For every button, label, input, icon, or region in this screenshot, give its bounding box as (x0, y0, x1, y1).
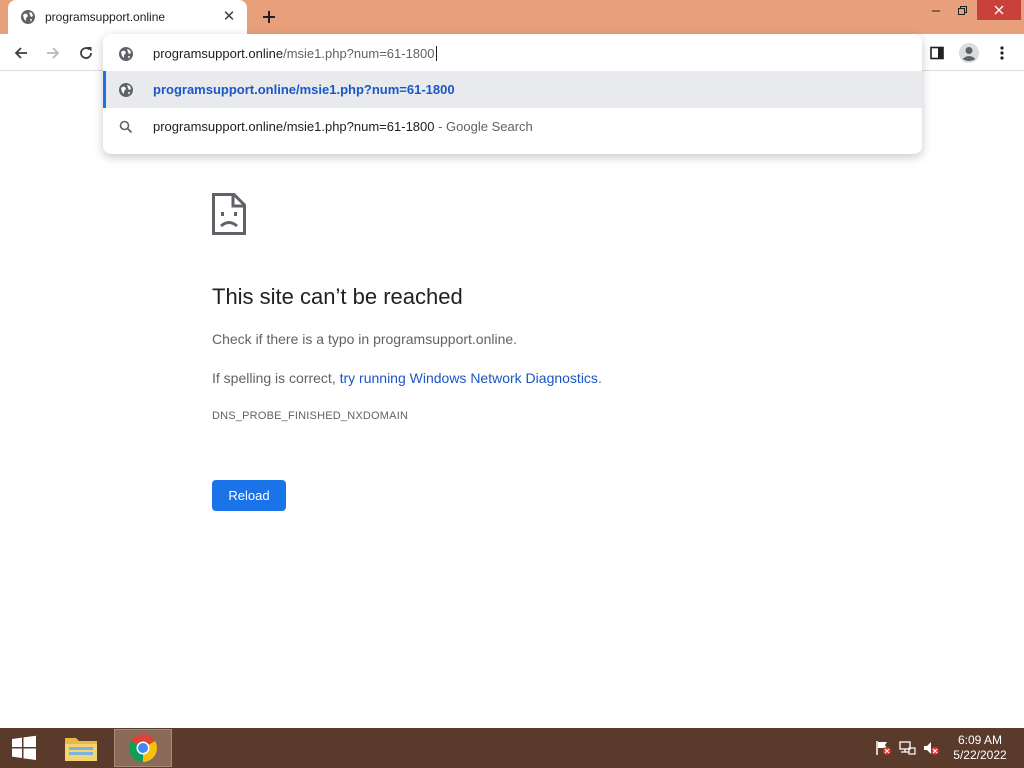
url-host: programsupport.online (153, 46, 284, 61)
diagnostics-prefix: If spelling is correct, (212, 370, 340, 386)
omnibox-text: programsupport.online/msie1.php?num=61-1… (153, 46, 437, 61)
close-window-button[interactable] (977, 0, 1021, 20)
chrome-icon (129, 734, 157, 762)
tab-title: programsupport.online (45, 10, 166, 24)
error-hint-diagnostics: If spelling is correct, try running Wind… (212, 370, 602, 386)
globe-icon (119, 46, 133, 61)
globe-icon (21, 10, 35, 24)
browser-tab[interactable]: programsupport.online ✕ (8, 0, 247, 34)
error-code: DNS_PROBE_FINISHED_NXDOMAIN (212, 410, 409, 422)
menu-button[interactable] (989, 40, 1015, 66)
plus-icon (263, 11, 275, 23)
suggestion-url-text: programsupport.online/msie1.php?num=61-1… (153, 82, 455, 97)
network-diagnostics-link[interactable]: try running Windows Network Diagnostics (340, 370, 598, 386)
restore-button[interactable] (947, 0, 977, 20)
chrome-taskbar-button[interactable] (114, 729, 172, 767)
close-icon (994, 5, 1004, 15)
suggestion-search-query: programsupport.online/msie1.php?num=61-1… (153, 119, 435, 134)
restore-icon (957, 5, 967, 15)
system-clock[interactable]: 6:09 AM 5/22/2022 (940, 733, 1020, 763)
windows-logo-icon (12, 735, 36, 760)
side-panel-icon (930, 46, 944, 60)
reload-button[interactable]: Reload (212, 480, 286, 511)
error-title: This site can’t be reached (212, 284, 463, 309)
file-explorer-taskbar-button[interactable] (52, 729, 110, 767)
diagnostics-suffix: . (597, 370, 602, 386)
back-button[interactable] (8, 40, 34, 66)
profile-button[interactable] (956, 40, 982, 66)
error-hint-typo: Check if there is a typo in programsuppo… (212, 331, 518, 347)
clock-time: 6:09 AM (957, 733, 1003, 747)
suggestion-search-text: programsupport.online/msie1.php?num=61-1… (153, 119, 533, 134)
avatar-icon (959, 43, 979, 63)
omnibox-input[interactable]: programsupport.online/msie1.php?num=61-1… (103, 35, 922, 72)
text-caret (435, 46, 437, 61)
action-center-flag-icon[interactable] (874, 740, 892, 756)
suggestion-url[interactable]: programsupport.online/msie1.php?num=61-1… (103, 71, 922, 108)
refresh-icon (80, 47, 92, 59)
forward-button[interactable] (40, 40, 66, 66)
tab-close-icon[interactable]: ✕ (221, 9, 237, 25)
url-path: /msie1.php?num=61-1800 (283, 46, 435, 61)
side-panel-button[interactable] (924, 40, 950, 66)
kebab-menu-icon (1000, 46, 1004, 60)
volume-muted-icon[interactable] (922, 740, 940, 756)
arrow-left-icon (14, 47, 27, 59)
arrow-right-icon (47, 47, 60, 59)
globe-icon (119, 82, 133, 97)
network-icon[interactable] (898, 740, 916, 756)
search-icon (119, 120, 133, 133)
suggestion-search-suffix: - Google Search (434, 119, 533, 134)
title-bar: programsupport.online ✕ (0, 0, 1024, 34)
windows-taskbar: 6:09 AM 5/22/2022 (0, 728, 1024, 768)
minimize-icon (932, 10, 940, 12)
folder-icon (65, 738, 97, 761)
sad-page-icon (212, 193, 246, 235)
suggestion-search[interactable]: programsupport.online/msie1.php?num=61-1… (103, 108, 922, 145)
clock-date: 5/22/2022 (953, 748, 1007, 762)
new-tab-button[interactable] (258, 6, 280, 28)
refresh-button[interactable] (73, 40, 99, 66)
start-button[interactable] (4, 728, 44, 768)
omnibox-dropdown: programsupport.online/msie1.php?num=61-1… (103, 34, 922, 154)
